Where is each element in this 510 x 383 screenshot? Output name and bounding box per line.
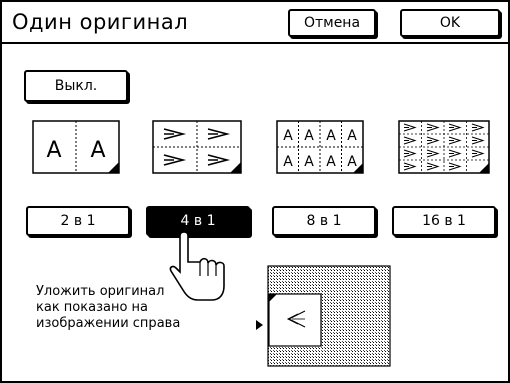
mode-button-2in1[interactable]: 2 в 1 [26, 206, 130, 236]
two-up-layout-icon[interactable]: A A [32, 120, 120, 174]
cancel-button[interactable]: Отмена [288, 9, 376, 37]
instruction-text: Уложить оригинал как показано на изображ… [36, 284, 180, 332]
instruction-line-2: как показано на [36, 300, 149, 315]
glyph-a-left: A [46, 138, 61, 163]
original-placement-diagram [256, 265, 391, 367]
mode-button-16in1[interactable]: 16 в 1 [392, 206, 496, 236]
glyph-a: A [304, 128, 314, 144]
ok-button[interactable]: OK [400, 9, 500, 37]
glyph-a-right: A [90, 138, 105, 163]
four-up-layout-icon[interactable] [152, 120, 242, 174]
mode-button-8in1[interactable]: 8 в 1 [272, 206, 376, 236]
page-title: Один оригинал [12, 10, 189, 34]
header-bar: Один оригинал Отмена OK [2, 2, 508, 44]
instruction-line-1: Уложить оригинал [36, 284, 165, 299]
pointing-hand-icon [169, 231, 225, 301]
glyph-a: A [326, 154, 336, 170]
glyph-a: A [283, 128, 293, 144]
eight-up-layout-icon[interactable]: A A A A A A A A [276, 120, 364, 174]
sixteen-up-layout-icon[interactable] [398, 120, 490, 174]
off-button[interactable]: Выкл. [24, 70, 128, 102]
glyph-a: A [283, 154, 293, 170]
instruction-line-3: изображении справа [36, 316, 181, 331]
glyph-a: A [326, 128, 336, 144]
glyph-a: A [347, 128, 357, 144]
glyph-a: A [347, 154, 357, 170]
glyph-a: A [304, 154, 314, 170]
